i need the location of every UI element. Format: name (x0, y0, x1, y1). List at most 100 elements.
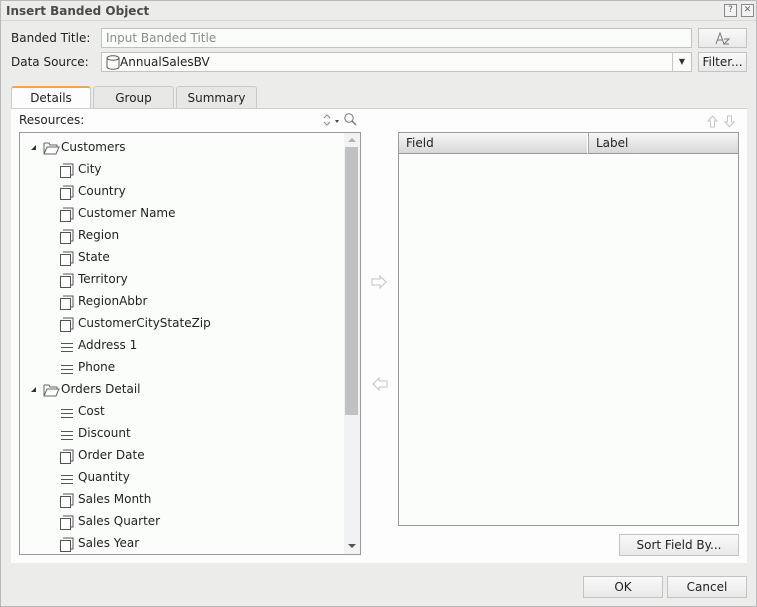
data-source-select[interactable]: AnnualSalesBV ▼ (101, 52, 692, 72)
help-button[interactable]: ? (724, 4, 737, 17)
tree-item-label: Cost (78, 404, 105, 418)
banded-title-placeholder: Input Banded Title (106, 31, 217, 45)
tree-field-item[interactable]: Quantity (20, 467, 340, 489)
dimension-field-icon (60, 449, 74, 464)
banded-title-input[interactable]: Input Banded Title (101, 28, 692, 48)
resources-label: Resources: (19, 113, 85, 127)
dimension-field-icon (60, 185, 74, 200)
sort-toggle-icon[interactable] (322, 113, 332, 127)
tree-item-label: City (78, 162, 102, 176)
font-button[interactable] (698, 28, 747, 48)
tab-group-label: Group (115, 91, 152, 105)
tree-item-label: RegionAbbr (78, 294, 148, 308)
tree-field-item[interactable]: State (20, 247, 340, 269)
move-up-icon[interactable] (707, 115, 718, 128)
column-header-label[interactable]: Label (588, 133, 738, 154)
tree-item-label: Sales Year (78, 536, 140, 550)
tree-field-item[interactable]: Cost (20, 401, 340, 423)
dimension-field-icon (60, 229, 74, 244)
detail-field-icon (60, 339, 74, 354)
selected-fields-table[interactable]: Field Label (398, 132, 739, 526)
tree-item-label: Sales Month (78, 492, 152, 506)
column-header-field[interactable]: Field (399, 133, 588, 154)
tree-scrollbar[interactable] (344, 133, 360, 554)
folder-icon (43, 141, 60, 155)
tree-field-item[interactable]: Sales Year (20, 533, 340, 554)
dimension-field-icon (60, 251, 74, 266)
resources-tree[interactable]: Customers City Country Customer Name Region S… (19, 132, 361, 555)
tree-item-label: Region (78, 228, 120, 242)
tree-item-label: Sales Quarter (78, 514, 161, 528)
filter-button[interactable]: Filter... (698, 52, 747, 72)
tree-field-item[interactable]: Country (20, 181, 340, 203)
tree-field-item[interactable]: Customer Name (20, 203, 340, 225)
expand-toggle-icon[interactable] (30, 386, 37, 393)
tree-field-item[interactable]: Sales Quarter (20, 511, 340, 533)
expand-toggle-icon[interactable] (30, 144, 37, 151)
remove-field-arrow-icon[interactable] (371, 377, 388, 391)
scroll-up-icon[interactable] (347, 137, 357, 143)
tree-field-item[interactable]: Address 1 (20, 335, 340, 357)
tree-item-label: Country (78, 184, 126, 198)
tree-field-item[interactable]: Order Date (20, 445, 340, 467)
tree-field-item[interactable]: Territory (20, 269, 340, 291)
tree-item-label: Customer Name (78, 206, 176, 220)
dialog-title: Insert Banded Object (6, 4, 150, 18)
tree-field-item[interactable]: City (20, 159, 340, 181)
tree-item-label: Phone (78, 360, 116, 374)
tree-folder-item[interactable]: Orders Detail (20, 379, 340, 401)
tree-field-item[interactable]: RegionAbbr (20, 291, 340, 313)
cancel-button[interactable]: Cancel (667, 576, 747, 598)
title-bar: Insert Banded Object ? ✕ (1, 1, 756, 21)
dimension-field-icon (60, 295, 74, 310)
dimension-field-icon (60, 493, 74, 508)
tree-field-item[interactable]: Discount (20, 423, 340, 445)
tree-field-item[interactable]: Phone (20, 357, 340, 379)
tree-item-label: Quantity (78, 470, 130, 484)
close-icon: ✕ (743, 5, 752, 15)
tab-group[interactable]: Group (93, 86, 174, 109)
add-field-arrow-icon[interactable] (371, 275, 388, 289)
tree-item-label: Order Date (78, 448, 145, 462)
tree-item-label: State (78, 250, 110, 264)
tab-details[interactable]: Details (11, 86, 91, 110)
tree-item-label: CustomerCityStateZip (78, 316, 211, 330)
dimension-field-icon (60, 317, 74, 332)
ok-button[interactable]: OK (583, 576, 663, 598)
banded-title-label: Banded Title: (11, 31, 91, 45)
tab-details-label: Details (30, 91, 72, 105)
dimension-field-icon (60, 207, 74, 222)
close-button[interactable]: ✕ (741, 4, 754, 17)
sort-field-by-button[interactable]: Sort Field By... (619, 534, 739, 556)
detail-field-icon (60, 361, 74, 376)
tree-item-label: Orders Detail (61, 382, 141, 396)
folder-icon (43, 383, 60, 397)
detail-field-icon (60, 471, 74, 486)
detail-field-icon (60, 405, 74, 420)
scrollbar-thumb[interactable] (345, 147, 358, 415)
search-icon[interactable] (343, 112, 357, 126)
dimension-field-icon (60, 163, 74, 178)
tree-item-label: Territory (78, 272, 128, 286)
tree-field-item[interactable]: CustomerCityStateZip (20, 313, 340, 335)
column-label-label: Label (596, 136, 629, 150)
sort-dropdown-icon[interactable] (334, 118, 340, 124)
move-down-icon[interactable] (724, 115, 735, 128)
data-source-value: AnnualSalesBV (120, 55, 210, 69)
column-field-label: Field (406, 136, 434, 150)
tree-field-item[interactable]: Region (20, 225, 340, 247)
font-icon (715, 31, 731, 45)
dimension-field-icon (60, 515, 74, 530)
data-source-label: Data Source: (11, 55, 89, 69)
tab-summary-label: Summary (187, 91, 246, 105)
database-icon (106, 55, 120, 70)
detail-field-icon (60, 427, 74, 442)
tab-summary[interactable]: Summary (176, 86, 257, 109)
scroll-down-icon[interactable] (347, 543, 357, 549)
tree-item-label: Discount (78, 426, 131, 440)
dimension-field-icon (60, 273, 74, 288)
tree-field-item[interactable]: Sales Month (20, 489, 340, 511)
tree-folder-item[interactable]: Customers (20, 137, 340, 159)
help-icon: ? (728, 5, 733, 15)
dropdown-arrow-icon[interactable]: ▼ (672, 53, 691, 71)
